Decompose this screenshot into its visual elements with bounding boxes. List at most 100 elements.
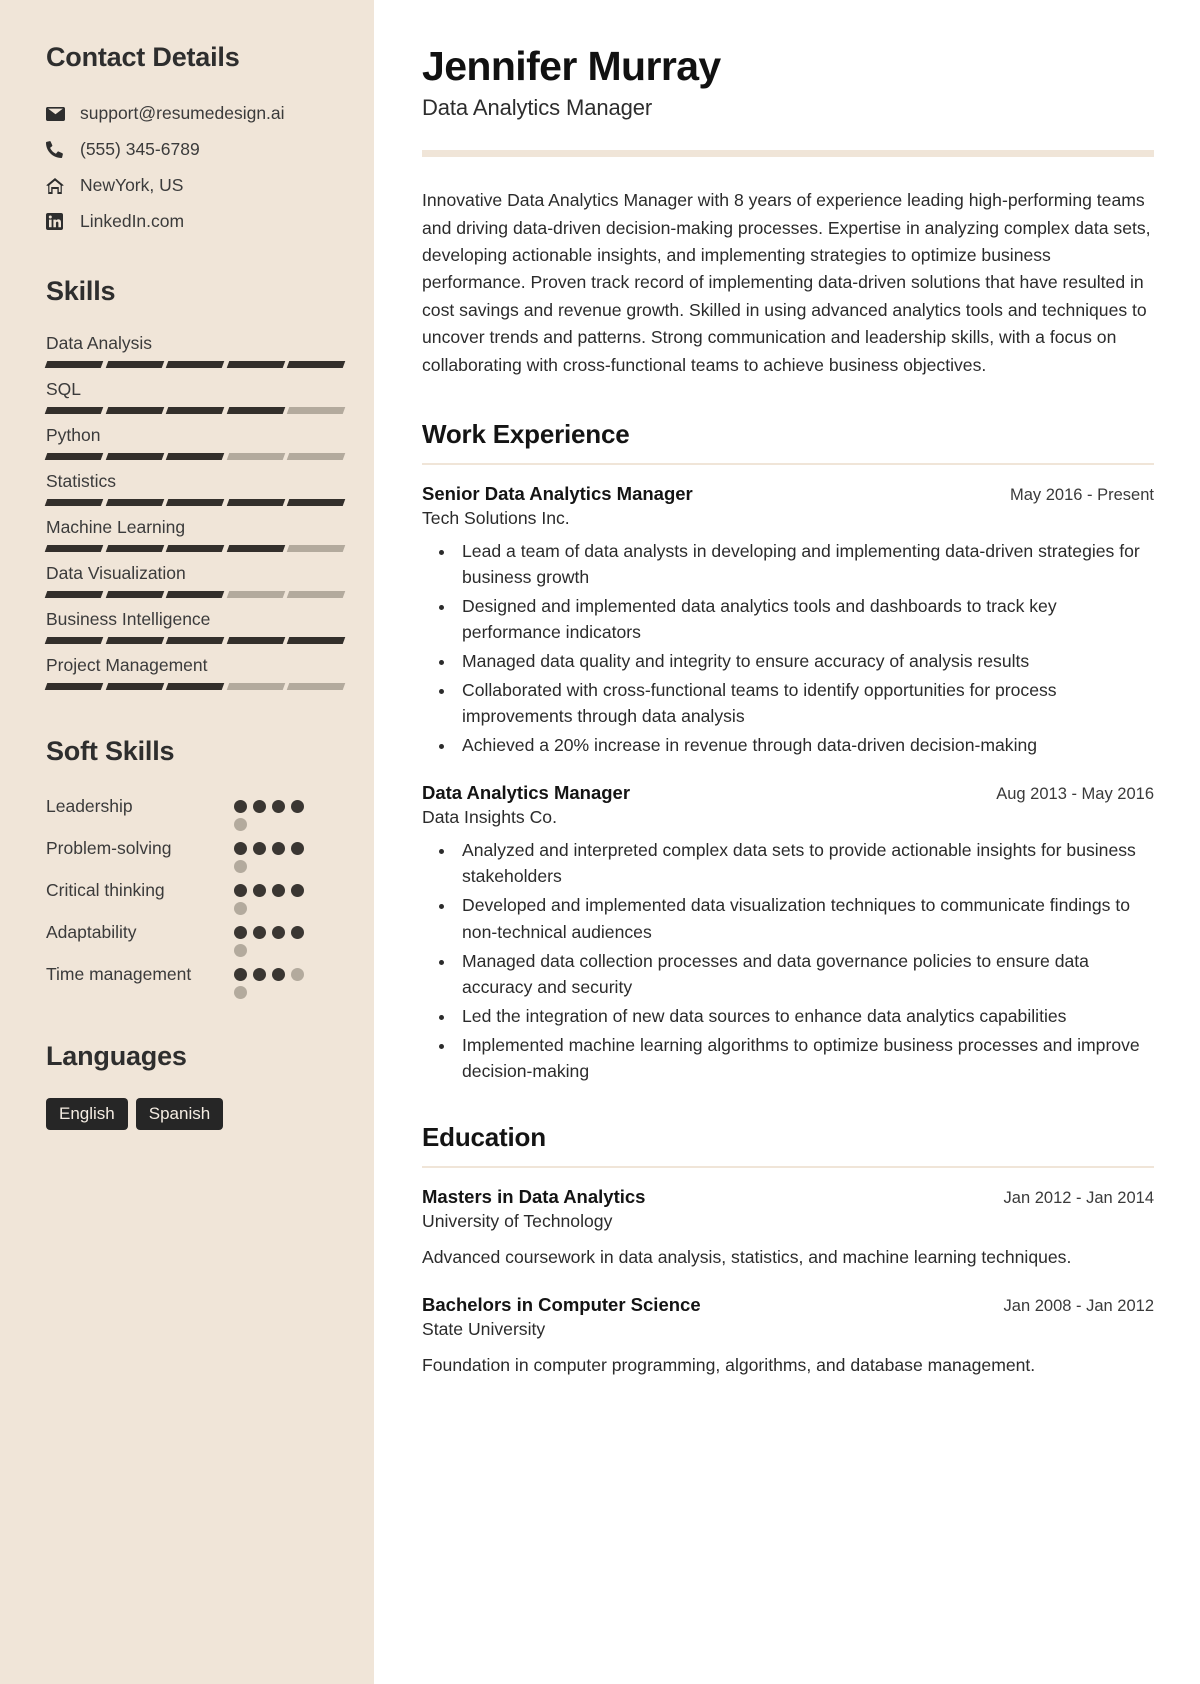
rating-dot xyxy=(253,800,266,813)
skill-item: Project Management xyxy=(44,655,346,690)
skill-bar-segment xyxy=(226,407,285,414)
soft-skill-label: Leadership xyxy=(46,796,133,816)
soft-skills-heading: Soft Skills xyxy=(46,736,175,766)
entry-header: Masters in Data Analytics Jan 2012 - Jan … xyxy=(422,1186,1154,1208)
skill-bar-segment xyxy=(226,499,285,506)
skill-level-bar xyxy=(44,545,346,552)
rating-dot xyxy=(291,968,304,981)
contact-item-linkedin[interactable]: LinkedIn.com xyxy=(46,211,344,232)
education-entry: Masters in Data Analytics Jan 2012 - Jan … xyxy=(422,1186,1154,1270)
rating-dot xyxy=(291,800,304,813)
responsibility-item: Implemented machine learning algorithms … xyxy=(456,1032,1154,1084)
skill-item: Statistics xyxy=(44,471,346,506)
resume-document: Contact Details support@resumedesign.ai … xyxy=(0,0,1200,1684)
skill-label: Data Analysis xyxy=(46,333,153,353)
skill-bar-segment xyxy=(105,545,164,552)
soft-skill-item: Leadership xyxy=(46,793,344,831)
soft-skill-rating xyxy=(234,835,314,873)
skill-level-bar xyxy=(44,683,346,690)
job-title: Senior Data Analytics Manager xyxy=(422,483,693,505)
rating-dot xyxy=(234,818,247,831)
rating-dot xyxy=(291,884,304,897)
skill-bar-segment xyxy=(44,591,103,598)
rating-dot xyxy=(234,926,247,939)
soft-skill-rating xyxy=(234,961,314,999)
section-divider xyxy=(422,463,1154,466)
rating-dot xyxy=(234,902,247,915)
soft-skills-list: Leadership Problem-solving Critical thinki… xyxy=(46,793,344,999)
education-section: Education Masters in Data Analytics Jan 2… xyxy=(422,1122,1154,1379)
contact-item-phone[interactable]: (555) 345-6789 xyxy=(46,139,344,160)
contact-email-value: support@resumedesign.ai xyxy=(80,103,285,123)
language-tag[interactable]: Spanish xyxy=(135,1098,224,1130)
responsibility-item: Managed data collection processes and da… xyxy=(456,948,1154,1000)
responsibility-list: Analyzed and interpreted complex data se… xyxy=(456,837,1154,1083)
soft-skill-item: Time management xyxy=(46,961,344,999)
contact-linkedin-value: LinkedIn.com xyxy=(80,211,185,231)
skill-bar-segment xyxy=(105,637,164,644)
skill-bar-segment xyxy=(287,637,346,644)
company-name: Tech Solutions Inc. xyxy=(422,508,570,529)
skill-bar-segment xyxy=(44,361,103,368)
education-date-range: Jan 2012 - Jan 2014 xyxy=(1003,1188,1154,1207)
candidate-role: Data Analytics Manager xyxy=(422,95,653,121)
skill-bar-segment xyxy=(44,637,103,644)
skill-level-bar xyxy=(44,591,346,598)
contact-item-email[interactable]: support@resumedesign.ai xyxy=(46,103,344,124)
skill-bar-segment xyxy=(226,683,285,690)
skill-bar-segment xyxy=(226,453,285,460)
rating-dot xyxy=(253,842,266,855)
rating-dot xyxy=(234,986,247,999)
soft-skill-item: Critical thinking xyxy=(46,877,344,915)
skill-level-bar xyxy=(44,361,346,368)
home-icon xyxy=(46,177,72,194)
soft-skill-rating xyxy=(234,877,314,915)
rating-dot xyxy=(234,884,247,897)
education-date-range: Jan 2008 - Jan 2012 xyxy=(1003,1297,1154,1316)
company-name: Data Insights Co. xyxy=(422,807,557,828)
contact-item-location[interactable]: NewYork, US xyxy=(46,175,344,196)
responsibility-item: Developed and implemented data visualiza… xyxy=(456,892,1154,944)
skill-level-bar xyxy=(44,637,346,644)
education-heading: Education xyxy=(422,1121,546,1152)
responsibility-item: Led the integration of new data sources … xyxy=(456,1003,1154,1029)
soft-skill-label: Time management xyxy=(46,964,192,984)
skill-level-bar xyxy=(44,407,346,414)
skill-bar-segment xyxy=(105,361,164,368)
skill-label: Data Visualization xyxy=(46,563,186,583)
rating-dot xyxy=(272,884,285,897)
rating-dot xyxy=(234,860,247,873)
rating-dot xyxy=(291,926,304,939)
header-divider xyxy=(422,150,1154,158)
skill-bar-segment xyxy=(165,499,225,506)
skill-label: Machine Learning xyxy=(46,517,186,537)
work-entry: Data Analytics Manager Aug 2013 - May 201… xyxy=(422,782,1154,1083)
rating-dot xyxy=(234,944,247,957)
rating-dot xyxy=(253,968,266,981)
responsibility-item: Managed data quality and integrity to en… xyxy=(456,648,1154,674)
skill-item: Machine Learning xyxy=(44,517,346,552)
responsibility-item: Achieved a 20% increase in revenue throu… xyxy=(456,732,1154,758)
skill-item: SQL xyxy=(44,379,346,414)
rating-dot xyxy=(291,842,304,855)
candidate-name: Jennifer Murray xyxy=(422,43,721,89)
skill-bar-segment xyxy=(165,637,225,644)
soft-skill-rating xyxy=(234,793,314,831)
skill-item: Python xyxy=(44,425,346,460)
section-divider xyxy=(422,1165,1154,1168)
degree-title: Masters in Data Analytics xyxy=(422,1185,646,1207)
skill-bar-segment xyxy=(287,361,346,368)
skill-label: SQL xyxy=(46,379,82,399)
entry-header: Senior Data Analytics Manager May 2016 - … xyxy=(422,483,1154,505)
soft-skill-label: Adaptability xyxy=(46,922,137,942)
skill-item: Data Analysis xyxy=(44,333,346,368)
soft-skill-item: Problem-solving xyxy=(46,835,344,873)
school-name: University of Technology xyxy=(422,1210,613,1231)
language-tag[interactable]: English xyxy=(46,1098,128,1130)
skill-bar-segment xyxy=(105,453,164,460)
responsibility-list: Lead a team of data analysts in developi… xyxy=(456,538,1154,758)
skill-bar-segment xyxy=(105,407,164,414)
professional-summary: Innovative Data Analytics Manager with 8… xyxy=(422,190,1151,375)
skill-bar-segment xyxy=(226,361,285,368)
skill-bar-segment xyxy=(287,591,346,598)
